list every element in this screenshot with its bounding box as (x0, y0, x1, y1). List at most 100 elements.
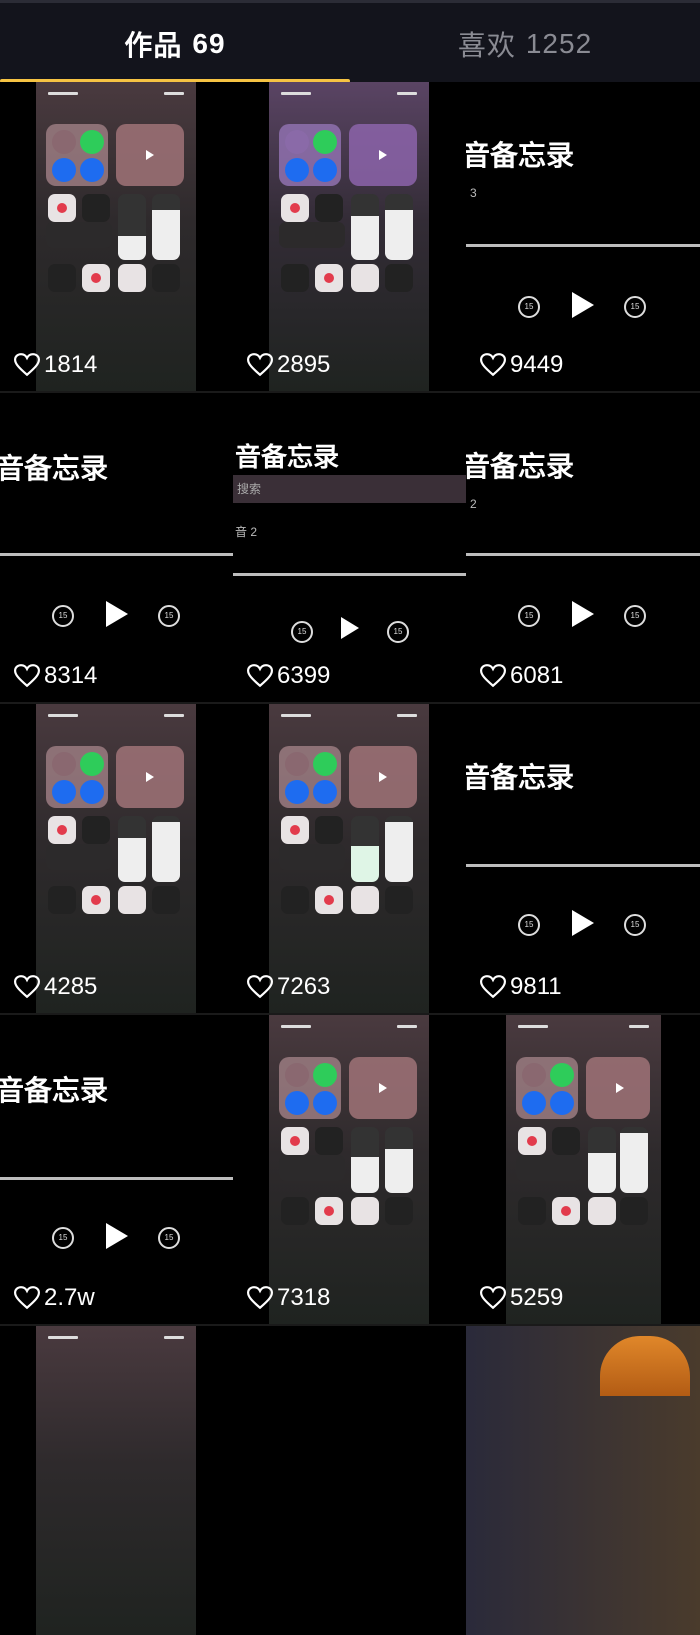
like-count-value: 8314 (44, 662, 98, 689)
memo-waveform-line (466, 244, 700, 247)
like-count-value: 6081 (510, 662, 564, 689)
heart-icon (14, 664, 40, 688)
video-thumbnail[interactable]: 音备忘录 2 15 15 6081 (466, 393, 700, 702)
tab-works-label: 作品 (124, 30, 183, 61)
play-icon (572, 601, 594, 627)
video-thumbnail[interactable] (233, 1326, 466, 1635)
video-thumbnail[interactable]: 5259 (466, 1015, 700, 1324)
skip-forward-icon: 15 (624, 914, 646, 936)
memo-waveform-line (233, 573, 466, 576)
like-count: 7263 (247, 973, 330, 1001)
video-thumbnail[interactable]: 音备忘录 3 15 15 9449 (466, 82, 700, 391)
like-count-value: 6399 (277, 662, 331, 689)
like-count: 6399 (247, 662, 330, 690)
heart-icon (247, 975, 273, 999)
tab-likes[interactable]: 喜欢 1252 (350, 3, 700, 85)
like-count: 1814 (14, 351, 97, 379)
skip-forward-icon: 15 (624, 296, 646, 318)
skip-forward-icon: 15 (158, 605, 180, 627)
memo-waveform-line (466, 553, 700, 556)
video-thumbnail[interactable]: 音备忘录 15 15 2.7w (0, 1015, 233, 1324)
video-thumbnail[interactable] (0, 1326, 233, 1635)
skip-back-icon: 15 (52, 605, 74, 627)
memo-waveform-line (0, 1177, 233, 1180)
memo-waveform-line (0, 553, 233, 556)
heart-icon (247, 664, 273, 688)
memo-title: 音备忘录 (466, 451, 575, 482)
memo-subtext: 3 (470, 186, 477, 200)
like-count-value: 1814 (44, 351, 98, 378)
like-count-value: 9449 (510, 351, 564, 378)
control-center-screenshot (36, 1326, 196, 1635)
tab-works[interactable]: 作品 69 (0, 3, 350, 85)
control-center-screenshot (269, 1015, 429, 1324)
like-count: 2895 (247, 351, 330, 379)
like-count-value: 4285 (44, 973, 98, 1000)
skip-forward-icon: 15 (387, 621, 409, 643)
control-center-screenshot (36, 82, 196, 391)
video-thumbnail[interactable]: 音备忘录 15 15 9811 (466, 704, 700, 1013)
tab-likes-label: 喜欢 (457, 30, 516, 61)
heart-icon (480, 353, 506, 377)
video-thumbnail[interactable]: 2895 (233, 82, 466, 391)
like-count: 7318 (247, 1284, 330, 1312)
skip-forward-icon: 15 (158, 1227, 180, 1249)
control-center-screenshot (506, 1015, 661, 1324)
like-count: 9449 (480, 351, 563, 379)
video-grid: 1814 2895 音备忘录 3 15 15 9449 音备忘录 15 15 8… (0, 82, 700, 1635)
heart-icon (247, 353, 273, 377)
like-count-value: 7263 (277, 973, 331, 1000)
heart-icon (14, 1286, 40, 1310)
like-count: 9811 (480, 973, 562, 1001)
like-count-value: 7318 (277, 1284, 331, 1311)
skip-back-icon: 15 (518, 296, 540, 318)
like-count: 2.7w (14, 1284, 95, 1312)
heart-icon (480, 1286, 506, 1310)
memo-title: 音备忘录 (0, 453, 109, 484)
like-count-value: 2.7w (44, 1284, 95, 1311)
video-thumbnail[interactable]: 音备忘录 15 15 8314 (0, 393, 233, 702)
heart-icon (480, 664, 506, 688)
memo-title: 音备忘录 (466, 762, 575, 793)
skip-back-icon: 15 (291, 621, 313, 643)
tab-likes-count: 1252 (525, 28, 593, 59)
video-thumbnail[interactable] (466, 1326, 700, 1635)
like-count: 5259 (480, 1284, 563, 1312)
person-image (600, 1336, 690, 1396)
play-icon (341, 617, 359, 639)
like-count-value: 5259 (510, 1284, 564, 1311)
play-icon (572, 292, 594, 318)
memo-list-item: 音 2 (235, 525, 258, 539)
control-center-screenshot (269, 704, 429, 1013)
video-thumbnail[interactable]: 4285 (0, 704, 233, 1013)
video-thumbnail[interactable]: 7263 (233, 704, 466, 1013)
profile-tabs: 作品 69 喜欢 1252 (0, 0, 700, 85)
control-center-screenshot (269, 82, 429, 391)
heart-icon (14, 975, 40, 999)
like-count: 6081 (480, 662, 563, 690)
tab-works-count: 69 (192, 28, 226, 59)
memo-search-field: 搜索 (233, 475, 466, 503)
memo-title: 音备忘录 (466, 140, 575, 171)
memo-title: 音备忘录 (0, 1075, 109, 1106)
video-thumbnail[interactable]: 1814 (0, 82, 233, 391)
video-thumbnail[interactable]: 7318 (233, 1015, 466, 1324)
heart-icon (14, 353, 40, 377)
like-count: 8314 (14, 662, 97, 690)
memo-subtext: 2 (470, 497, 477, 511)
skip-back-icon: 15 (52, 1227, 74, 1249)
video-thumbnail[interactable]: 音备忘录 搜索 音 2 15 15 6399 (233, 393, 466, 702)
play-icon (106, 601, 128, 627)
control-center-screenshot (36, 704, 196, 1013)
like-count-value: 2895 (277, 351, 331, 378)
heart-icon (247, 1286, 273, 1310)
memo-waveform-line (466, 864, 700, 867)
skip-forward-icon: 15 (624, 605, 646, 627)
memo-title: 音备忘录 (235, 442, 340, 472)
skip-back-icon: 15 (518, 605, 540, 627)
heart-icon (480, 975, 506, 999)
play-icon (572, 910, 594, 936)
like-count: 4285 (14, 973, 97, 1001)
play-icon (106, 1223, 128, 1249)
skip-back-icon: 15 (518, 914, 540, 936)
